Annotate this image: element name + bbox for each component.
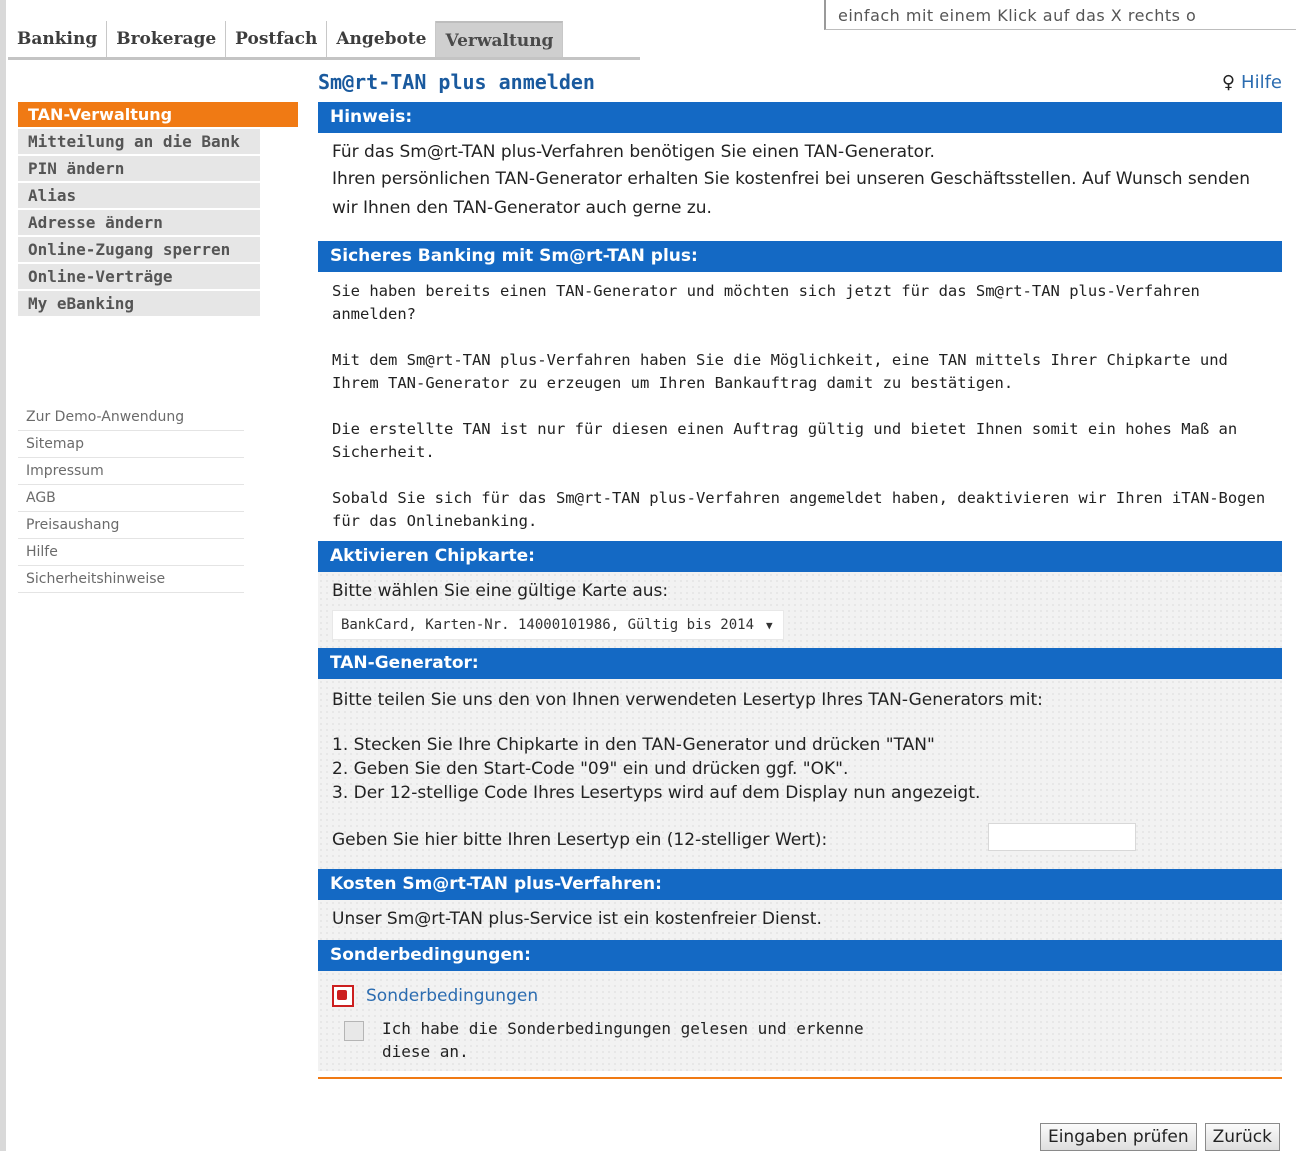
sonderbedingungen-link[interactable]: Sonderbedingungen	[332, 983, 1268, 1009]
main-content: Sm@rt-TAN plus anmelden ♀ Hilfe Hinweis: …	[318, 70, 1282, 1079]
dropdown-arrow-icon: ▼	[766, 619, 773, 632]
card-select[interactable]: BankCard, Karten-Nr. 14000101986, Gültig…	[332, 610, 784, 640]
reader-type-row: Geben Sie hier bitte Ihren Lesertyp ein …	[332, 821, 1268, 861]
sidebar-item-zugang-sperren[interactable]: Online-Zugang sperren	[18, 237, 260, 262]
accept-terms-label: Ich habe die Sonderbedingungen gelesen u…	[382, 1019, 864, 1061]
link-sitemap[interactable]: Sitemap	[18, 431, 244, 458]
tab-brokerage[interactable]: Brokerage	[107, 21, 227, 57]
link-impressum[interactable]: Impressum	[18, 458, 244, 485]
link-sicherheit[interactable]: Sicherheitshinweise	[18, 566, 244, 593]
form-footer-divider	[318, 1077, 1282, 1079]
page-title: Sm@rt-TAN plus anmelden	[318, 70, 595, 94]
sicheres-p4: Sobald Sie sich für das Sm@rt-TAN plus-V…	[332, 489, 1266, 530]
reader-type-label: Geben Sie hier bitte Ihren Lesertyp ein …	[332, 830, 828, 850]
card-select-value: BankCard, Karten-Nr. 14000101986, Gültig…	[341, 617, 755, 633]
chipkarte-prompt: Bitte wählen Sie eine gültige Karte aus:	[332, 581, 669, 601]
sidebar-nav: TAN-Verwaltung Mitteilung an die Bank PI…	[18, 102, 298, 318]
section-header-hinweis: Hinweis:	[318, 102, 1282, 133]
sicheres-p1: Sie haben bereits einen TAN-Generator un…	[332, 282, 1200, 323]
section-header-tan-generator: TAN-Generator:	[318, 648, 1282, 679]
pdf-icon	[332, 985, 354, 1007]
section-header-kosten: Kosten Sm@rt-TAN plus-Verfahren:	[318, 869, 1282, 900]
section-body-hinweis: Für das Sm@rt-TAN plus-Verfahren benötig…	[318, 133, 1282, 231]
sidebar-item-my-ebanking[interactable]: My eBanking	[18, 291, 260, 316]
kosten-text: Unser Sm@rt-TAN plus-Service ist ein kos…	[332, 909, 822, 929]
link-preisaushang[interactable]: Preisaushang	[18, 512, 244, 539]
section-header-chipkarte: Aktivieren Chipkarte:	[318, 541, 1282, 572]
sidebar-item-mitteilung[interactable]: Mitteilung an die Bank	[18, 129, 260, 154]
section-body-sonderbedingungen: Sonderbedingungen Ich habe die Sonderbed…	[318, 971, 1282, 1071]
link-demo[interactable]: Zur Demo-Anwendung	[18, 404, 244, 431]
help-link[interactable]: ♀ Hilfe	[1222, 72, 1282, 93]
sicheres-p3: Die erstellte TAN ist nur für diesen ein…	[332, 420, 1238, 461]
sicheres-p2: Mit dem Sm@rt-TAN plus-Verfahren haben S…	[332, 351, 1228, 392]
generator-step-2: 2. Geben Sie den Start-Code "09" ein und…	[332, 759, 849, 779]
section-body-kosten: Unser Sm@rt-TAN plus-Service ist ein kos…	[318, 900, 1282, 940]
tab-postfach[interactable]: Postfach	[226, 21, 328, 57]
section-header-sicheres-banking: Sicheres Banking mit Sm@rt-TAN plus:	[318, 241, 1282, 272]
section-body-sicheres-banking: Sie haben bereits einen TAN-Generator un…	[318, 272, 1282, 541]
tab-verwaltung[interactable]: Verwaltung	[436, 21, 564, 57]
back-button[interactable]: Zurück	[1204, 1123, 1280, 1151]
section-body-tan-generator: Bitte teilen Sie uns den von Ihnen verwe…	[318, 679, 1282, 869]
sidebar-item-alias[interactable]: Alias	[18, 183, 260, 208]
reader-type-input[interactable]	[988, 823, 1136, 851]
section-body-chipkarte: Bitte wählen Sie eine gültige Karte aus:…	[318, 572, 1282, 648]
form-buttons: Eingaben prüfen Zurück	[1039, 1123, 1280, 1151]
generator-intro: Bitte teilen Sie uns den von Ihnen verwe…	[332, 690, 1043, 710]
sidebar-item-pin-aendern[interactable]: PIN ändern	[18, 156, 260, 181]
sidebar-links: Zur Demo-Anwendung Sitemap Impressum AGB…	[18, 404, 244, 593]
help-label: Hilfe	[1241, 72, 1282, 93]
sidebar-item-adresse[interactable]: Adresse ändern	[18, 210, 260, 235]
tab-underline	[8, 57, 640, 60]
hinweis-line1: Für das Sm@rt-TAN plus-Verfahren benötig…	[332, 142, 935, 162]
sidebar-item-vertraege[interactable]: Online-Verträge	[18, 264, 260, 289]
link-agb[interactable]: AGB	[18, 485, 244, 512]
sonderbedingungen-link-label: Sonderbedingungen	[366, 986, 539, 1006]
tab-angebote[interactable]: Angebote	[327, 21, 437, 57]
check-input-button[interactable]: Eingaben prüfen	[1039, 1123, 1197, 1151]
main-tabs: Banking Brokerage Postfach Angebote Verw…	[8, 21, 564, 57]
accept-terms-row: Ich habe die Sonderbedingungen gelesen u…	[344, 1017, 1268, 1063]
left-edge	[0, 0, 6, 1151]
lightbulb-icon: ♀	[1221, 72, 1236, 93]
sidebar-item-tan-verwaltung[interactable]: TAN-Verwaltung	[18, 102, 298, 127]
page-header: Sm@rt-TAN plus anmelden ♀ Hilfe	[318, 70, 1282, 102]
generator-step-1: 1. Stecken Sie Ihre Chipkarte in den TAN…	[332, 735, 935, 755]
generator-step-3: 3. Der 12-stellige Code Ihres Lesertyps …	[332, 783, 981, 803]
accept-terms-checkbox[interactable]	[344, 1021, 364, 1041]
section-header-sonderbedingungen: Sonderbedingungen:	[318, 940, 1282, 971]
top-notice: einfach mit einem Klick auf das X rechts…	[824, 0, 1296, 30]
tab-banking[interactable]: Banking	[8, 21, 108, 57]
hinweis-line2: Ihren persönlichen TAN-Generator erhalte…	[332, 169, 1250, 218]
link-hilfe[interactable]: Hilfe	[18, 539, 244, 566]
